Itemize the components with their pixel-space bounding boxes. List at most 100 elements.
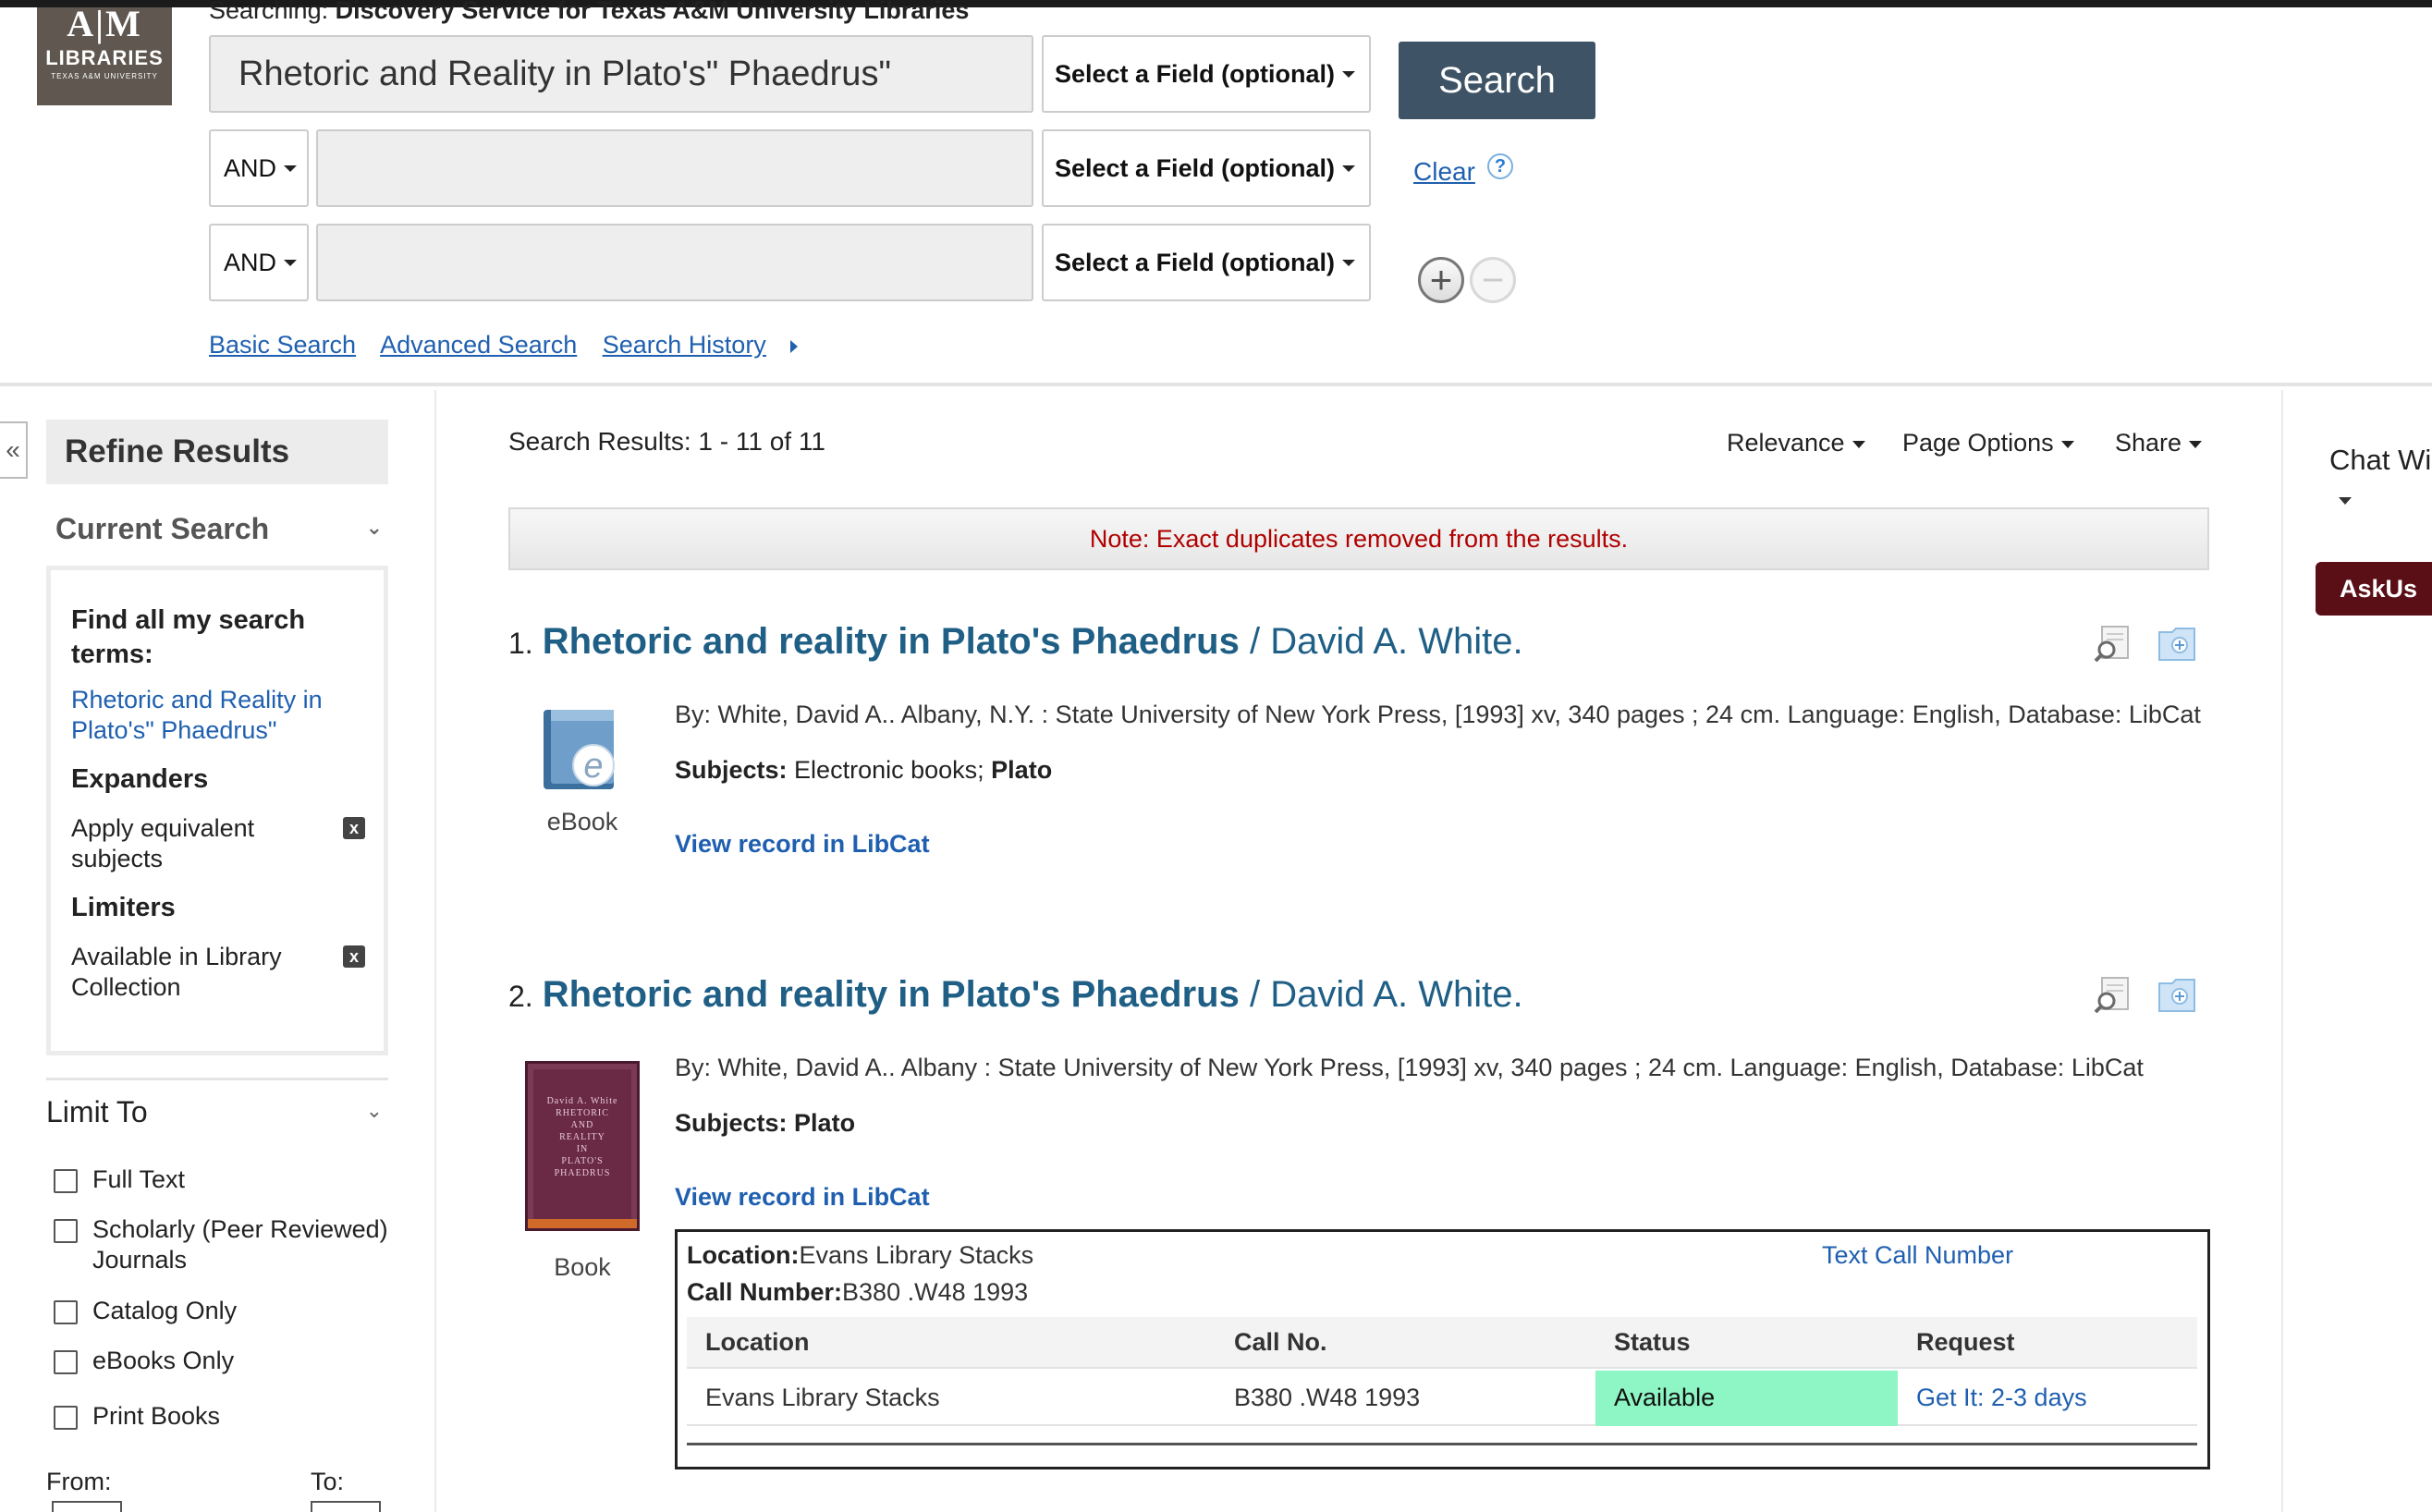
search-input-2[interactable] bbox=[316, 129, 1033, 207]
result-title-link[interactable]: Rhetoric and reality in Plato's Phaedrus bbox=[543, 974, 1240, 1015]
page-options-dropdown[interactable]: Page Options bbox=[1902, 429, 2074, 457]
checkbox[interactable] bbox=[54, 1219, 78, 1243]
limit-print-books[interactable]: Print Books bbox=[54, 1401, 405, 1432]
result-2-title: 2. Rhetoric and reality in Plato's Phaedr… bbox=[508, 974, 1523, 1016]
search-button[interactable]: Search bbox=[1399, 42, 1595, 119]
limit-to-toggle[interactable]: Limit To ⌄ bbox=[46, 1095, 386, 1129]
basic-search-link[interactable]: Basic Search bbox=[209, 331, 356, 359]
remove-icon[interactable]: x bbox=[343, 945, 365, 968]
column-header: Location bbox=[705, 1328, 810, 1356]
logo-word: LIBRARIES bbox=[45, 46, 164, 69]
view-record-link[interactable]: View record in LibCat bbox=[675, 1183, 930, 1212]
search-history-link[interactable]: Search History bbox=[603, 331, 798, 359]
limit-ebooks-only[interactable]: eBooks Only bbox=[54, 1346, 405, 1376]
book-cover-image[interactable]: David A. White RHETORIC AND REALITY IN P… bbox=[525, 1061, 640, 1231]
chevron-down-icon bbox=[1342, 70, 1356, 78]
result-number: 1. bbox=[508, 627, 533, 660]
current-search-box: Find all my search terms: Rhetoric and R… bbox=[46, 566, 388, 1055]
tamu-libraries-logo[interactable]: A|M LIBRARIES TEXAS A&M UNIVERSITY bbox=[37, 7, 172, 105]
chevron-down-icon: ⌄ bbox=[365, 516, 383, 539]
field-select-2[interactable]: Select a Field (optional) bbox=[1042, 129, 1371, 207]
chevron-down-icon bbox=[1851, 440, 1865, 448]
view-record-link[interactable]: View record in LibCat bbox=[675, 830, 930, 859]
remove-row-icon[interactable]: − bbox=[1470, 257, 1516, 303]
checkbox[interactable] bbox=[54, 1406, 78, 1430]
chevron-right-icon bbox=[789, 339, 798, 353]
result-meta: By: White, David A.. Albany : State Univ… bbox=[675, 1054, 2144, 1081]
checkbox[interactable] bbox=[54, 1350, 78, 1374]
table-row: Evans Library Stacks B380 .W48 1993 Avai… bbox=[687, 1371, 2197, 1426]
expander-item: Apply equivalent subjects x bbox=[71, 813, 365, 874]
row-call-no: B380 .W48 1993 bbox=[1234, 1384, 1421, 1411]
status-badge: Available bbox=[1595, 1371, 1898, 1426]
field-select-3[interactable]: Select a Field (optional) bbox=[1042, 224, 1371, 301]
chevron-down-icon bbox=[1342, 165, 1356, 172]
result-title-link[interactable]: Rhetoric and reality in Plato's Phaedrus bbox=[543, 621, 1240, 662]
result-author: / David A. White. bbox=[1239, 974, 1523, 1015]
holdings-panel: Location:Evans Library Stacks Call Numbe… bbox=[675, 1229, 2210, 1469]
sort-relevance-dropdown[interactable]: Relevance bbox=[1727, 429, 1865, 457]
search-header: A|M LIBRARIES TEXAS A&M UNIVERSITY Searc… bbox=[0, 0, 2432, 386]
get-it-link[interactable]: Get It: 2-3 days bbox=[1916, 1384, 2087, 1412]
chevron-down-icon bbox=[284, 259, 298, 266]
result-type-label: eBook bbox=[546, 808, 618, 835]
preview-icon[interactable] bbox=[2093, 625, 2132, 662]
searching-label: Searching: Discovery Service for Texas A… bbox=[209, 0, 970, 24]
divider bbox=[687, 1443, 2197, 1445]
logo-sub: TEXAS A&M UNIVERSITY bbox=[51, 72, 158, 80]
current-search-toggle[interactable]: Current Search ⌄ bbox=[55, 512, 386, 546]
column-header: Request bbox=[1916, 1328, 2015, 1356]
holdings-table-header: Location Call No. Status Request bbox=[687, 1317, 2197, 1369]
chevron-down-icon bbox=[1342, 259, 1356, 266]
search-terms-link[interactable]: Rhetoric and Reality in Plato's" Phaedru… bbox=[71, 685, 365, 746]
column-header: Call No. bbox=[1234, 1328, 1327, 1356]
results-count: Search Results: 1 - 11 of 11 bbox=[508, 427, 825, 456]
result-number: 2. bbox=[508, 980, 533, 1013]
boolean-select-3[interactable]: AND bbox=[209, 224, 309, 301]
checkbox[interactable] bbox=[54, 1169, 78, 1193]
limit-scholarly[interactable]: Scholarly (Peer Reviewed) Journals bbox=[54, 1214, 405, 1275]
text-call-number-link[interactable]: Text Call Number bbox=[1822, 1241, 2013, 1270]
divider bbox=[46, 1078, 388, 1080]
boolean-select-2[interactable]: AND bbox=[209, 129, 309, 207]
clear-link[interactable]: Clear bbox=[1413, 157, 1475, 187]
to-year-input[interactable] bbox=[311, 1501, 381, 1512]
limit-full-text[interactable]: Full Text bbox=[54, 1164, 405, 1195]
checkbox[interactable] bbox=[54, 1300, 78, 1324]
cover-stripe bbox=[528, 1219, 637, 1228]
limiters-heading: Limiters bbox=[71, 893, 176, 922]
remove-icon[interactable]: x bbox=[343, 817, 365, 839]
result-1-title: 1. Rhetoric and reality in Plato's Phaedr… bbox=[508, 621, 1523, 663]
refine-results-title: Refine Results bbox=[46, 420, 388, 484]
add-row-icon[interactable]: + bbox=[1418, 257, 1464, 303]
chat-widget-title[interactable]: Chat Wi bbox=[2329, 444, 2431, 477]
chevron-down-icon bbox=[2060, 440, 2074, 448]
askus-button[interactable]: AskUs bbox=[2316, 562, 2432, 616]
help-icon[interactable]: ? bbox=[1487, 153, 1513, 179]
limit-catalog-only[interactable]: Catalog Only bbox=[54, 1296, 405, 1326]
add-to-folder-icon[interactable] bbox=[2157, 976, 2196, 1013]
duplicates-note: Note: Exact duplicates removed from the … bbox=[508, 507, 2209, 570]
search-input[interactable]: Rhetoric and Reality in Plato's" Phaedru… bbox=[209, 35, 1033, 113]
column-header: Status bbox=[1614, 1328, 1691, 1356]
preview-icon[interactable] bbox=[2093, 976, 2132, 1013]
expanders-heading: Expanders bbox=[71, 764, 209, 794]
logo-mark: A|M bbox=[67, 7, 142, 44]
holdings-location: Location:Evans Library Stacks bbox=[687, 1241, 1034, 1269]
advanced-search-link[interactable]: Advanced Search bbox=[380, 331, 577, 359]
share-dropdown[interactable]: Share bbox=[2115, 429, 2203, 457]
collapse-sidebar-button[interactable]: « bbox=[0, 421, 28, 479]
result-meta: By: White, David A.. Albany, N.Y. : Stat… bbox=[675, 701, 2201, 728]
search-input-3[interactable] bbox=[316, 224, 1033, 301]
chevron-down-icon[interactable] bbox=[2339, 497, 2352, 505]
from-year-input[interactable] bbox=[52, 1501, 122, 1512]
chevron-down-icon: ⌄ bbox=[365, 1099, 383, 1122]
row-location: Evans Library Stacks bbox=[705, 1384, 940, 1411]
field-select-1[interactable]: Select a Field (optional) bbox=[1042, 35, 1371, 113]
result-subjects: Subjects: Plato bbox=[675, 1109, 856, 1137]
search-nav-links: Basic Search Advanced Search Search Hist… bbox=[209, 331, 816, 360]
ebook-icon: e bbox=[544, 710, 615, 789]
add-to-folder-icon[interactable] bbox=[2157, 625, 2196, 662]
holdings-call-number: Call Number:B380 .W48 1993 bbox=[687, 1278, 1029, 1306]
chevron-down-icon bbox=[2189, 440, 2203, 448]
